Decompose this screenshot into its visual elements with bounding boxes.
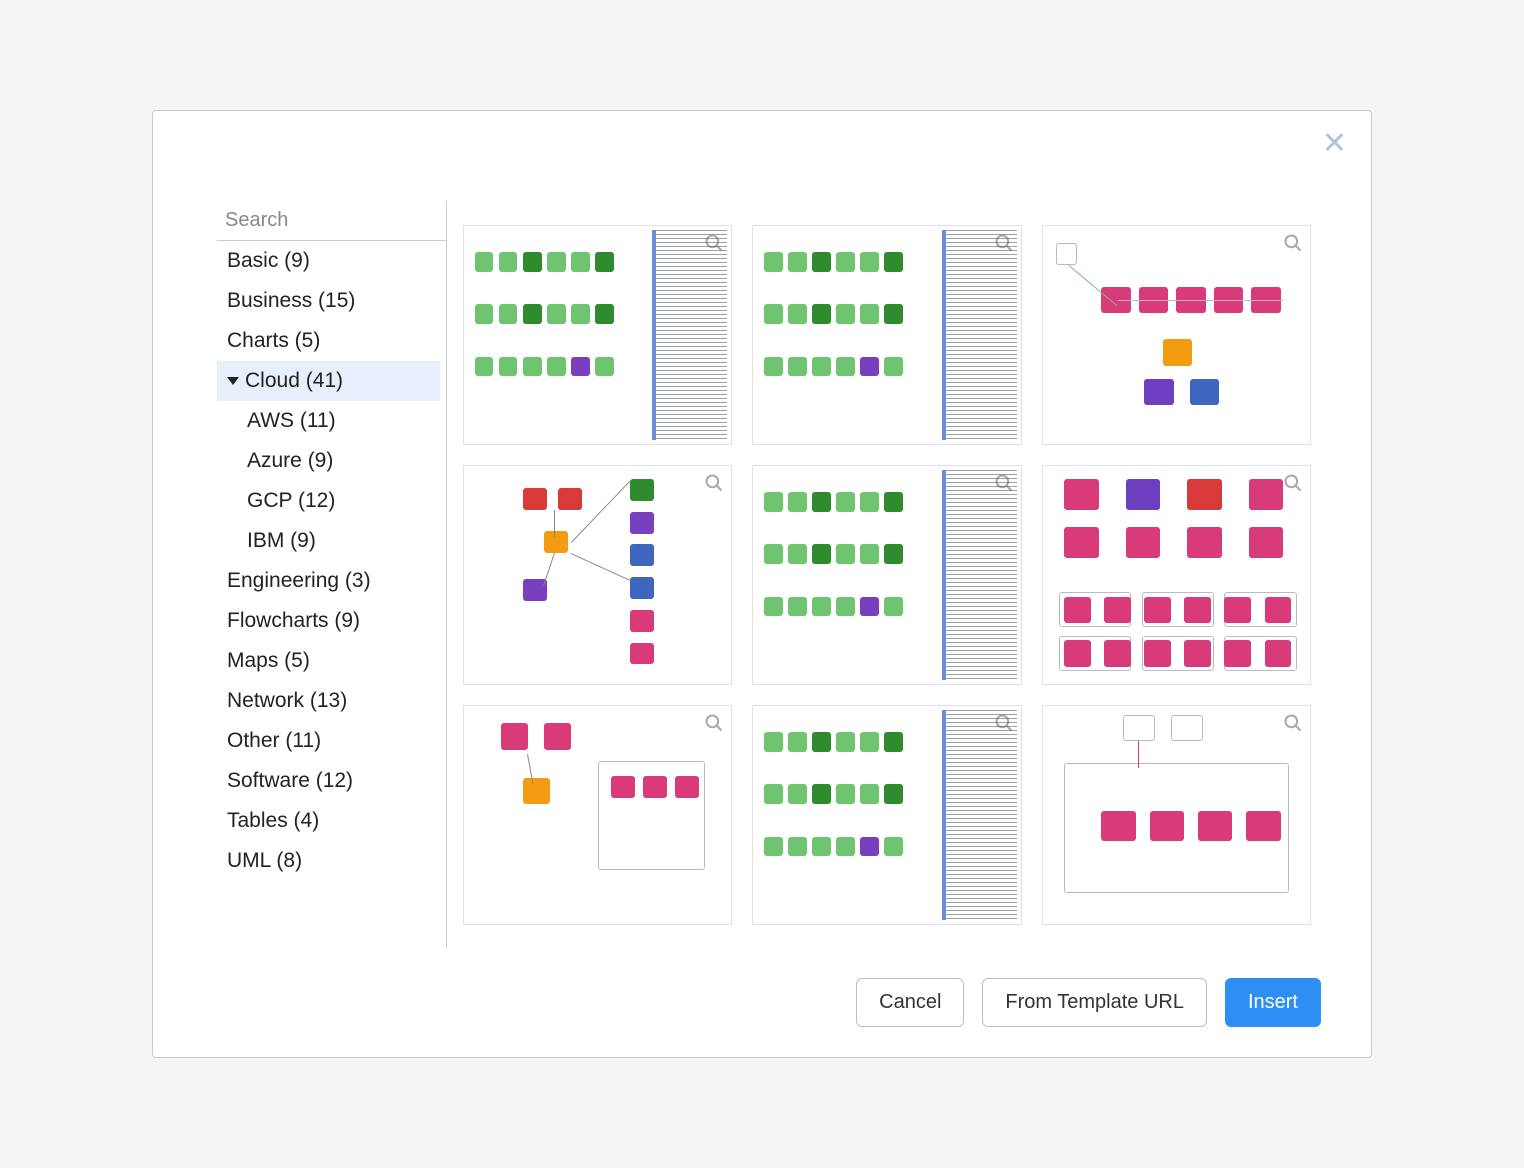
- close-icon[interactable]: ✕: [1322, 129, 1347, 159]
- template-tile[interactable]: [752, 705, 1021, 925]
- magnify-icon[interactable]: [1283, 713, 1303, 733]
- dialog-body: Basic (9) Business (15) Charts (5) Cloud (4…: [153, 111, 1371, 948]
- category-label: Engineering (3): [227, 569, 371, 592]
- template-tile[interactable]: [752, 465, 1021, 685]
- search-input[interactable]: [223, 205, 447, 236]
- template-preview: [463, 225, 732, 445]
- category-label: Other (11): [227, 729, 321, 752]
- category-item[interactable]: Cloud (41): [217, 361, 440, 401]
- category-item[interactable]: UML (8): [217, 841, 440, 881]
- category-item[interactable]: Flowcharts (9): [217, 601, 440, 641]
- template-preview: [752, 225, 1021, 445]
- category-item[interactable]: Basic (9): [217, 241, 440, 281]
- magnify-icon[interactable]: [1283, 473, 1303, 493]
- category-item[interactable]: Engineering (3): [217, 561, 440, 601]
- template-scroll[interactable]: [459, 201, 1323, 948]
- template-area: [447, 201, 1323, 948]
- category-label: Software (12): [227, 769, 353, 792]
- magnify-icon[interactable]: [1283, 233, 1303, 253]
- category-item[interactable]: IBM (9): [217, 521, 440, 561]
- category-item[interactable]: Network (13): [217, 681, 440, 721]
- template-preview: [463, 465, 732, 685]
- category-label: Network (13): [227, 689, 347, 712]
- magnify-icon[interactable]: [704, 473, 724, 493]
- template-preview: [1042, 705, 1311, 925]
- template-dialog: ✕ Basic (9) Business (15) Charts (5) Cloud …: [152, 110, 1372, 1058]
- template-preview: [752, 705, 1021, 925]
- category-label: IBM (9): [247, 529, 316, 552]
- category-label: Maps (5): [227, 649, 310, 672]
- template-tile[interactable]: [463, 705, 732, 925]
- category-label: Cloud (41): [245, 369, 343, 392]
- chevron-down-icon: [227, 377, 239, 385]
- category-label: Charts (5): [227, 329, 320, 352]
- category-label: Azure (9): [247, 449, 333, 472]
- template-tile[interactable]: [752, 225, 1021, 445]
- cancel-button[interactable]: Cancel: [856, 978, 964, 1027]
- magnify-icon[interactable]: [994, 713, 1014, 733]
- category-label: UML (8): [227, 849, 302, 872]
- category-item[interactable]: Tables (4): [217, 801, 440, 841]
- template-tile[interactable]: [1042, 465, 1311, 685]
- template-preview: [1042, 225, 1311, 445]
- category-label: GCP (12): [247, 489, 335, 512]
- category-list[interactable]: Basic (9) Business (15) Charts (5) Cloud (4…: [217, 241, 446, 948]
- from-template-url-button[interactable]: From Template URL: [982, 978, 1207, 1027]
- template-preview: [463, 705, 732, 925]
- category-item[interactable]: AWS (11): [217, 401, 440, 441]
- insert-button[interactable]: Insert: [1225, 978, 1321, 1027]
- template-tile[interactable]: [463, 465, 732, 685]
- category-item[interactable]: Azure (9): [217, 441, 440, 481]
- magnify-icon[interactable]: [994, 233, 1014, 253]
- category-sidebar: Basic (9) Business (15) Charts (5) Cloud (4…: [217, 201, 447, 948]
- category-label: Tables (4): [227, 809, 319, 832]
- magnify-icon[interactable]: [704, 233, 724, 253]
- category-item[interactable]: Maps (5): [217, 641, 440, 681]
- magnify-icon[interactable]: [994, 473, 1014, 493]
- category-label: AWS (11): [247, 409, 336, 432]
- category-label: Basic (9): [227, 249, 310, 272]
- template-tile[interactable]: [1042, 225, 1311, 445]
- template-preview: [752, 465, 1021, 685]
- button-bar: Cancel From Template URL Insert: [153, 948, 1371, 1057]
- category-item[interactable]: Charts (5): [217, 321, 440, 361]
- category-item[interactable]: Business (15): [217, 281, 440, 321]
- magnify-icon[interactable]: [704, 713, 724, 733]
- template-tile[interactable]: [463, 225, 732, 445]
- category-label: Flowcharts (9): [227, 609, 360, 632]
- category-item[interactable]: Software (12): [217, 761, 440, 801]
- category-label: Business (15): [227, 289, 355, 312]
- category-item[interactable]: Other (11): [217, 721, 440, 761]
- template-preview: [1042, 465, 1311, 685]
- template-grid: [459, 201, 1323, 948]
- search-row: [217, 201, 446, 241]
- category-item[interactable]: GCP (12): [217, 481, 440, 521]
- template-tile[interactable]: [1042, 705, 1311, 925]
